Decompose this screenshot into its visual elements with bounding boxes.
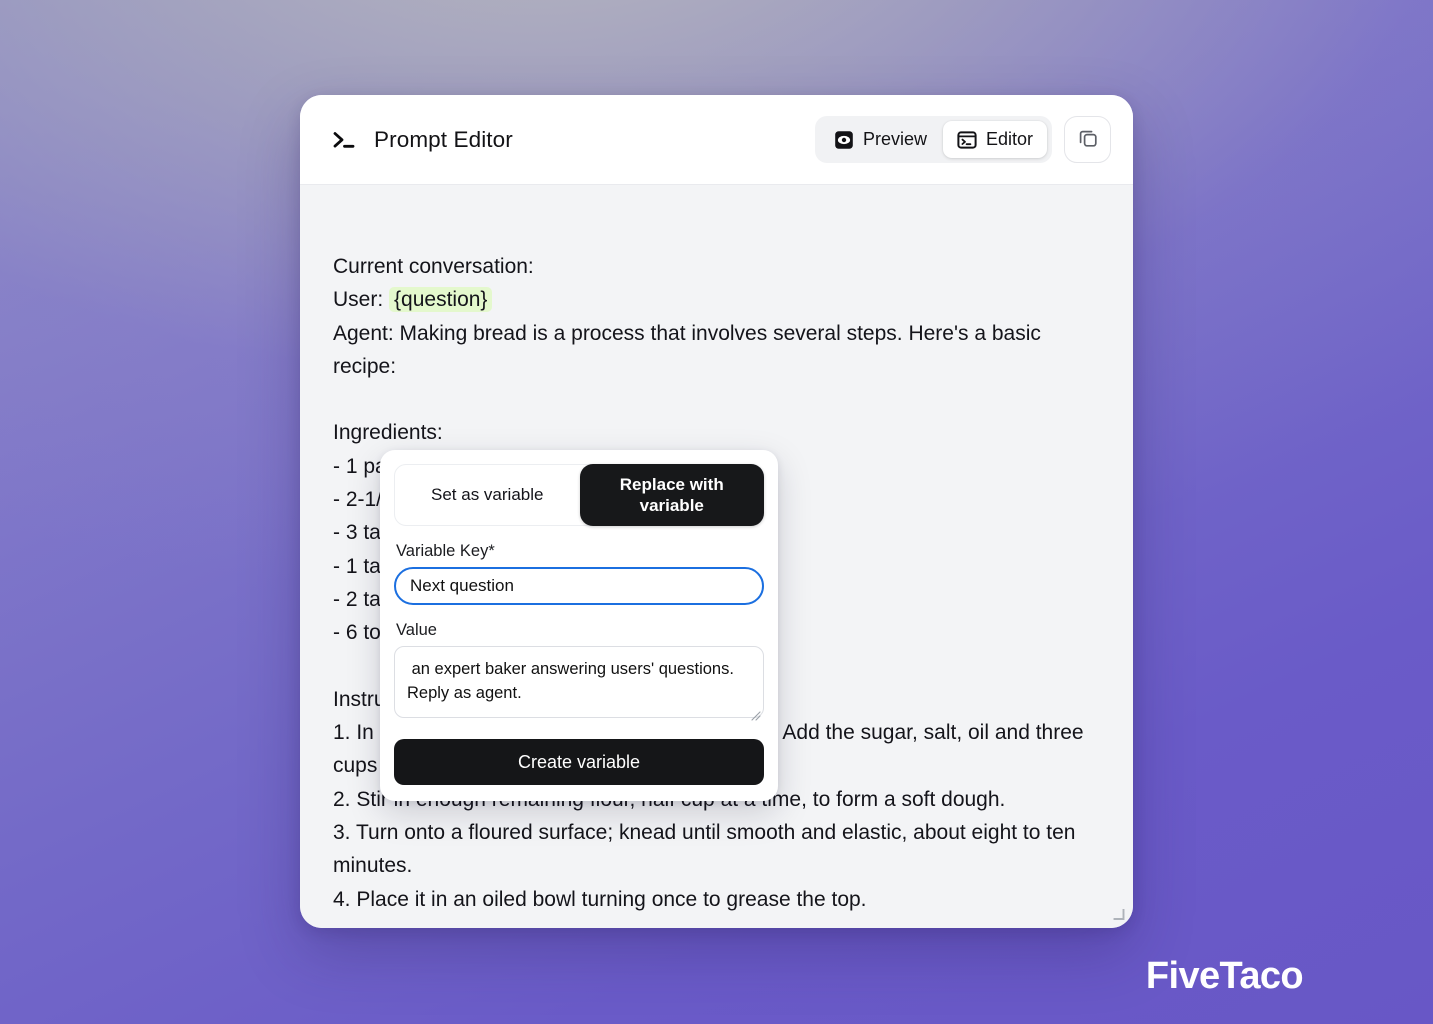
tab-preview[interactable]: Preview bbox=[820, 121, 941, 158]
fivetaco-watermark: FiveTaco bbox=[1145, 955, 1304, 997]
mode-set-as-variable[interactable]: Set as variable bbox=[395, 465, 580, 525]
eye-box-icon bbox=[834, 130, 854, 150]
create-variable-button[interactable]: Create variable bbox=[394, 739, 764, 785]
prompt-line-user-prefix: User: bbox=[333, 288, 390, 312]
variable-chip-question[interactable]: {question} bbox=[389, 287, 493, 313]
page-title: Prompt Editor bbox=[374, 126, 513, 152]
prompt-instruction-item: 3. Turn onto a floured surface; knead un… bbox=[333, 821, 1082, 878]
header-actions: Preview Editor bbox=[814, 116, 1111, 163]
copy-button[interactable] bbox=[1064, 116, 1111, 163]
title-group: Prompt Editor bbox=[332, 127, 815, 153]
prompt-ingredients-heading: Ingredients: bbox=[333, 421, 443, 445]
panel-resize-handle[interactable] bbox=[1110, 906, 1126, 922]
prompt-editor-window: Prompt Editor Preview Editor Current con… bbox=[300, 95, 1133, 928]
variable-value-input[interactable] bbox=[394, 646, 764, 718]
mode-replace-with-variable-label: Replace with variable bbox=[619, 474, 724, 515]
variable-key-label: Variable Key* bbox=[396, 542, 495, 560]
prompt-line-intro: Current conversation: bbox=[333, 255, 534, 278]
create-variable-button-label: Create variable bbox=[517, 751, 641, 772]
view-mode-segmented-control: Preview Editor bbox=[814, 116, 1052, 163]
copy-icon bbox=[1077, 127, 1099, 152]
variable-value-wrapper bbox=[394, 646, 764, 723]
tab-editor-label: Editor bbox=[985, 129, 1033, 149]
variable-mode-toggle: Set as variable Replace with variable bbox=[394, 464, 764, 526]
mode-replace-with-variable[interactable]: Replace with variable bbox=[579, 464, 764, 526]
prompt-line-agent: Agent: Making bread is a process that in… bbox=[333, 321, 1047, 378]
terminal-prompt-icon bbox=[332, 129, 356, 151]
create-variable-popover: Set as variable Replace with variable Va… bbox=[380, 450, 778, 801]
tab-preview-label: Preview bbox=[862, 129, 927, 149]
variable-key-input[interactable] bbox=[394, 567, 764, 605]
prompt-instruction-item: 4. Place it in an oiled bowl turning onc… bbox=[333, 887, 867, 911]
editor-canvas[interactable]: Current conversation: User: {question} A… bbox=[300, 185, 1133, 928]
terminal-window-icon bbox=[957, 130, 977, 150]
variable-value-label: Value bbox=[396, 621, 437, 639]
mode-set-as-variable-label: Set as variable bbox=[431, 485, 544, 505]
tab-editor[interactable]: Editor bbox=[942, 121, 1047, 158]
editor-header: Prompt Editor Preview Editor bbox=[300, 95, 1133, 185]
